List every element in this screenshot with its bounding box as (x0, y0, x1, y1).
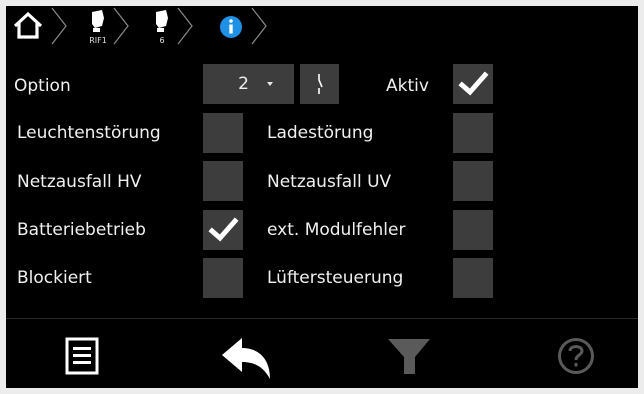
home-icon (13, 11, 43, 39)
breadcrumb-label: 6 (159, 36, 165, 45)
checkbox-blockiert[interactable] (203, 258, 243, 298)
active-label: Aktiv (386, 76, 429, 96)
menu-icon (65, 337, 99, 375)
back-arrow-icon (222, 338, 270, 379)
breadcrumb-home[interactable] (6, 6, 68, 48)
check-label-batteriebetrieb: Batteriebetrieb (17, 220, 146, 240)
checkbox-leuchtenstoerung[interactable] (203, 113, 243, 153)
active-checkbox[interactable] (453, 64, 493, 104)
option-select[interactable]: 2 (203, 64, 294, 104)
option-value: 2 (238, 74, 249, 94)
breadcrumb-6[interactable]: 6 (132, 6, 196, 48)
checkbox-ext-modulfehler[interactable] (453, 210, 493, 250)
checkbox-netzausfall-hv[interactable] (203, 161, 243, 201)
option-label: Option (14, 76, 71, 96)
back-button[interactable] (186, 319, 306, 388)
screen: RIF1 6 Option 2 Aktiv Leuchtenstörung La… (6, 6, 638, 388)
switch-button[interactable] (300, 64, 339, 104)
breadcrumb-rif1[interactable]: RIF1 (68, 6, 132, 48)
filter-button[interactable] (350, 319, 470, 388)
checkbox-ladestoerung[interactable] (453, 113, 493, 153)
check-label-netzausfall-uv: Netzausfall UV (267, 172, 392, 192)
check-label-ladestoerung: Ladestörung (267, 123, 374, 143)
checkbox-netzausfall-uv[interactable] (453, 161, 493, 201)
module-icon (156, 10, 168, 32)
help-icon (558, 338, 594, 374)
checkmark-icon (208, 217, 239, 242)
check-label-ext-modulfehler: ext. Modulfehler (267, 220, 406, 240)
checkbox-lueftersteuerung[interactable] (453, 258, 493, 298)
breadcrumb-info[interactable] (196, 6, 268, 48)
checkbox-batteriebetrieb[interactable] (203, 210, 243, 250)
filter-icon (388, 339, 430, 374)
check-label-netzausfall-hv: Netzausfall HV (17, 172, 142, 192)
help-button[interactable] (514, 319, 634, 388)
menu-button[interactable] (36, 319, 156, 388)
info-icon (220, 16, 242, 38)
check-label-blockiert: Blockiert (17, 268, 92, 288)
footer-toolbar (6, 318, 638, 388)
check-label-leuchtenstoerung: Leuchtenstörung (17, 123, 161, 143)
switch-icon (318, 74, 323, 94)
check-label-lueftersteuerung: Lüftersteuerung (267, 268, 404, 288)
checkmark-icon (458, 71, 489, 96)
breadcrumb-label: RIF1 (89, 36, 107, 45)
chevron-down-icon (267, 82, 273, 86)
module-icon (92, 10, 104, 32)
